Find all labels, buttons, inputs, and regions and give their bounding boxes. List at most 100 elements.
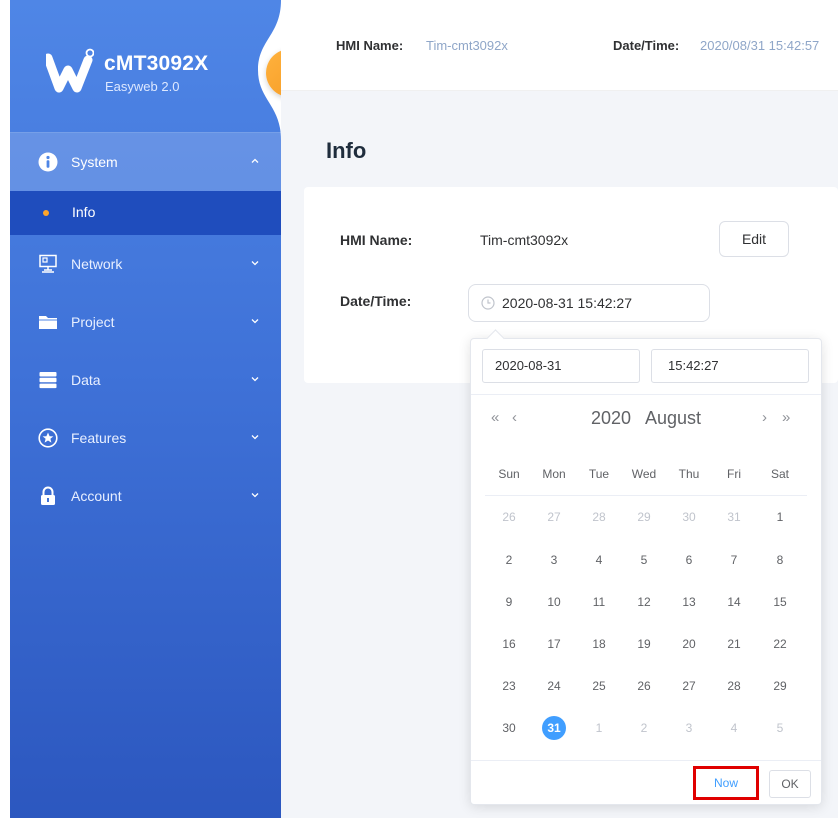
- calendar-day[interactable]: 13: [669, 589, 709, 615]
- active-dot-icon: [43, 210, 49, 216]
- calendar-day[interactable]: 23: [489, 673, 529, 699]
- calendar-day[interactable]: 5: [624, 547, 664, 573]
- next-year-button[interactable]: »: [782, 409, 790, 426]
- calendar-day[interactable]: 22: [760, 631, 800, 657]
- calendar-day[interactable]: 3: [669, 715, 709, 741]
- datetime-label: Date/Time:: [340, 293, 412, 309]
- calendar-day[interactable]: 3: [534, 547, 574, 573]
- calendar-day[interactable]: 2: [624, 715, 664, 741]
- calendar-day[interactable]: 11: [579, 589, 619, 615]
- calendar-day[interactable]: 28: [579, 504, 619, 530]
- calendar-day[interactable]: 19: [624, 631, 664, 657]
- sidebar-item-features[interactable]: Features: [10, 409, 281, 467]
- next-month-button[interactable]: ›: [762, 409, 767, 426]
- ok-button[interactable]: OK: [769, 770, 811, 798]
- calendar-day[interactable]: 20: [669, 631, 709, 657]
- sidebar-item-label: System: [71, 154, 118, 170]
- calendar-year[interactable]: 2020: [591, 408, 631, 429]
- brand-subtitle: Easyweb 2.0: [105, 79, 180, 94]
- calendar-day[interactable]: 10: [534, 589, 574, 615]
- calendar-day[interactable]: 29: [760, 673, 800, 699]
- chevron-down-icon: [251, 435, 259, 440]
- chevron-up-icon: [251, 158, 259, 163]
- sidebar-item-label: Account: [71, 488, 122, 504]
- calendar-month[interactable]: August: [645, 408, 701, 429]
- prev-year-button[interactable]: «: [491, 409, 499, 426]
- header-hmi-label: HMI Name:: [336, 38, 404, 53]
- date-time-picker: 2020-08-31 15:42:27 « ‹ 2020 August › » …: [470, 329, 822, 805]
- divider: [471, 760, 821, 761]
- sidebar-item-account[interactable]: Account: [10, 467, 281, 525]
- calendar-day[interactable]: 15: [760, 589, 800, 615]
- selected-day-label: 31: [542, 716, 566, 740]
- network-icon: [39, 254, 57, 273]
- picker-date-input[interactable]: 2020-08-31: [482, 349, 640, 383]
- sidebar-item-network[interactable]: Network: [10, 235, 281, 293]
- calendar-day[interactable]: 5: [760, 715, 800, 741]
- weekday-header: Fri: [727, 467, 741, 481]
- header-datetime-label: Date/Time:: [613, 38, 680, 53]
- sidebar-item-label: Data: [71, 372, 101, 388]
- calendar-day[interactable]: 8: [760, 547, 800, 573]
- page-title: Info: [326, 138, 367, 163]
- prev-month-button[interactable]: ‹: [512, 409, 517, 426]
- calendar-day[interactable]: 6: [669, 547, 709, 573]
- divider: [485, 495, 807, 496]
- database-icon: [39, 372, 57, 389]
- chevron-down-icon: [251, 319, 259, 324]
- weekday-header: Tue: [588, 467, 610, 481]
- calendar-day[interactable]: 30: [489, 715, 529, 741]
- calendar-day[interactable]: 18: [579, 631, 619, 657]
- sidebar-item-label: Network: [71, 256, 123, 272]
- sidebar-menu: System Info Network Project Data Feature…: [10, 133, 281, 525]
- calendar-day[interactable]: 16: [489, 631, 529, 657]
- weekday-header: Sat: [770, 467, 789, 481]
- edit-button[interactable]: Edit: [719, 221, 789, 257]
- calendar-day[interactable]: 30: [669, 504, 709, 530]
- sidebar-subitem-info[interactable]: Info: [10, 191, 281, 235]
- calendar-day[interactable]: 7: [714, 547, 754, 573]
- sidebar-item-project[interactable]: Project: [10, 293, 281, 351]
- calendar-day[interactable]: 21: [714, 631, 754, 657]
- sidebar-item-data[interactable]: Data: [10, 351, 281, 409]
- picker-time-input[interactable]: 15:42:27: [651, 349, 809, 383]
- calendar-day[interactable]: 2: [489, 547, 529, 573]
- calendar-day[interactable]: 31: [714, 504, 754, 530]
- calendar-day[interactable]: 29: [624, 504, 664, 530]
- chevron-down-icon: [251, 261, 259, 266]
- clock-icon: [481, 296, 495, 310]
- calendar-day[interactable]: 12: [624, 589, 664, 615]
- weekday-header: Thu: [678, 467, 700, 481]
- now-button[interactable]: Now: [693, 766, 759, 800]
- calendar-day[interactable]: 26: [624, 673, 664, 699]
- calendar-day[interactable]: 4: [714, 715, 754, 741]
- calendar-day[interactable]: 1: [760, 504, 800, 530]
- calendar-day[interactable]: 4: [579, 547, 619, 573]
- calendar-day[interactable]: 27: [669, 673, 709, 699]
- sidebar-item-system[interactable]: System: [10, 133, 281, 191]
- brand: cMT3092X Easyweb 2.0: [10, 0, 281, 132]
- folder-icon: [39, 316, 57, 329]
- calendar-day[interactable]: 1: [579, 715, 619, 741]
- hmi-name-label: HMI Name:: [340, 232, 413, 248]
- sidebar-item-label: Features: [71, 430, 127, 446]
- brand-title: cMT3092X: [104, 52, 209, 75]
- lock-icon: [41, 486, 55, 505]
- calendar-day[interactable]: 27: [534, 504, 574, 530]
- calendar-day[interactable]: 26: [489, 504, 529, 530]
- hmi-name-value: Tim-cmt3092x: [480, 232, 569, 248]
- calendar-day[interactable]: 17: [534, 631, 574, 657]
- calendar-day[interactable]: 24: [534, 673, 574, 699]
- calendar-day[interactable]: 9: [489, 589, 529, 615]
- header-hmi-value: Tim-cmt3092x: [426, 38, 508, 53]
- weekday-header: Sun: [498, 467, 520, 481]
- calendar-day[interactable]: 25: [579, 673, 619, 699]
- info-icon: [38, 152, 58, 172]
- datetime-input-value: 2020-08-31 15:42:27: [502, 295, 632, 311]
- top-header: HMI Name: Tim-cmt3092x Date/Time: 2020/0…: [281, 0, 838, 91]
- calendar-day[interactable]: 28: [714, 673, 754, 699]
- calendar-day-selected[interactable]: 31: [534, 715, 574, 741]
- chevron-down-icon: [251, 493, 259, 498]
- datetime-input[interactable]: 2020-08-31 15:42:27: [468, 284, 710, 322]
- calendar-day[interactable]: 14: [714, 589, 754, 615]
